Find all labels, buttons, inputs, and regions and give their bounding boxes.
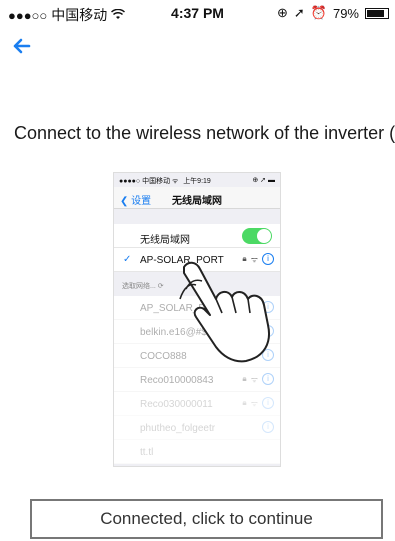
illustration-status-bar: ●●●●○ 中国移动 ᯤ 上午9:19 ⊕ ➚ ▬ [114,173,280,187]
battery-percent: 79% [332,5,359,21]
instruction-text: Connect to the wireless network of the i… [14,123,395,143]
illustration-title: 无线局域网 [172,196,222,207]
alarm-icon: ⏰ [310,5,327,20]
illustration-status-icons: ⊕ ➚ ▬ [252,177,275,184]
info-icon: i [262,397,274,409]
illustration-toggle-icon [242,228,272,244]
lock-rotation-icon: ⊕ [276,5,288,20]
location-icon: ➚ [293,5,305,20]
status-right: ⊕ ➚ ⏰ 79% [277,5,389,21]
lock-icon: 🔒︎ [242,398,247,407]
lock-icon: 🔒︎ [242,374,247,383]
list-item: Reco030000011 🔒︎ ᯤ i [114,392,280,416]
illustration-nav-bar: ❮ 设置 无线局域网 [114,187,280,209]
status-bar: ●●●○○ 中国移动 4:37 PM ⊕ ➚ ⏰ 79% [0,0,395,26]
info-icon: i [262,421,274,433]
info-icon: i [262,373,274,385]
battery-icon [365,7,389,19]
list-item: Reco010000843 🔒︎ ᯤ i [114,368,280,392]
wifi-small-icon: ᯤ [250,398,258,408]
list-item: phutheo_folgeetr i [114,416,280,440]
wifi-small-icon: ᯤ [250,374,258,384]
checkmark-icon: ✓ [123,254,132,265]
continue-button[interactable]: Connected, click to continue [30,499,383,539]
list-item: tt.tl [114,440,280,464]
back-arrow-icon[interactable] [12,36,36,60]
illustration-wifi-label: 无线局域网 [140,235,190,246]
tap-hand-icon [176,255,286,365]
illustration-wifi-toggle-row: 无线局域网 [114,224,280,248]
